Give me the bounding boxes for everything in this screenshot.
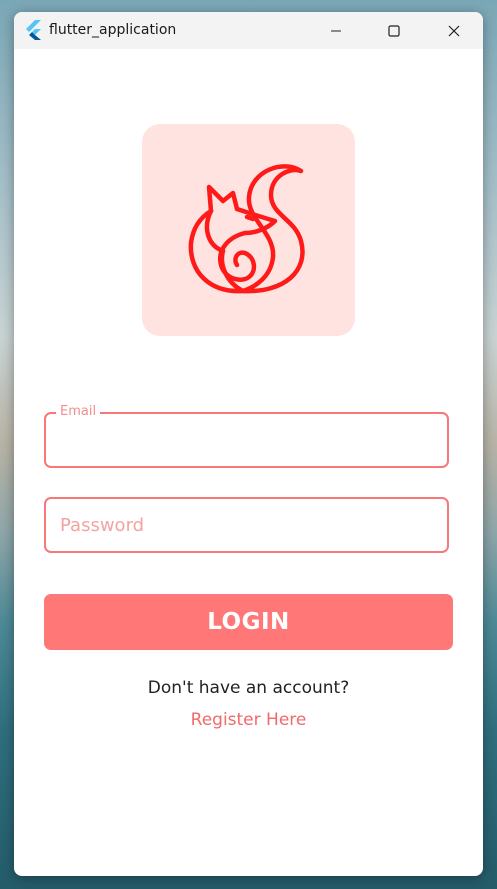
- window-title: flutter_application: [49, 22, 177, 38]
- password-field[interactable]: [44, 497, 449, 553]
- email-field[interactable]: Email: [44, 405, 449, 468]
- minimize-icon: [330, 25, 342, 37]
- flutter-icon: [24, 20, 42, 40]
- app-logo: [142, 124, 355, 336]
- password-input[interactable]: [60, 499, 430, 551]
- maximize-icon: [388, 24, 400, 37]
- close-button[interactable]: [425, 12, 483, 49]
- close-icon: [448, 25, 460, 37]
- no-account-text: Don't have an account?: [147, 678, 350, 698]
- register-link[interactable]: Register Here: [14, 710, 483, 730]
- email-input[interactable]: [60, 414, 430, 466]
- login-button[interactable]: LOGIN: [44, 594, 453, 650]
- minimize-button[interactable]: [307, 12, 365, 49]
- app-window: flutter_application Email LOGIN Don't ha…: [14, 12, 483, 876]
- fox-icon: [179, 153, 319, 307]
- title-bar[interactable]: flutter_application: [14, 12, 483, 49]
- maximize-button[interactable]: [365, 12, 423, 49]
